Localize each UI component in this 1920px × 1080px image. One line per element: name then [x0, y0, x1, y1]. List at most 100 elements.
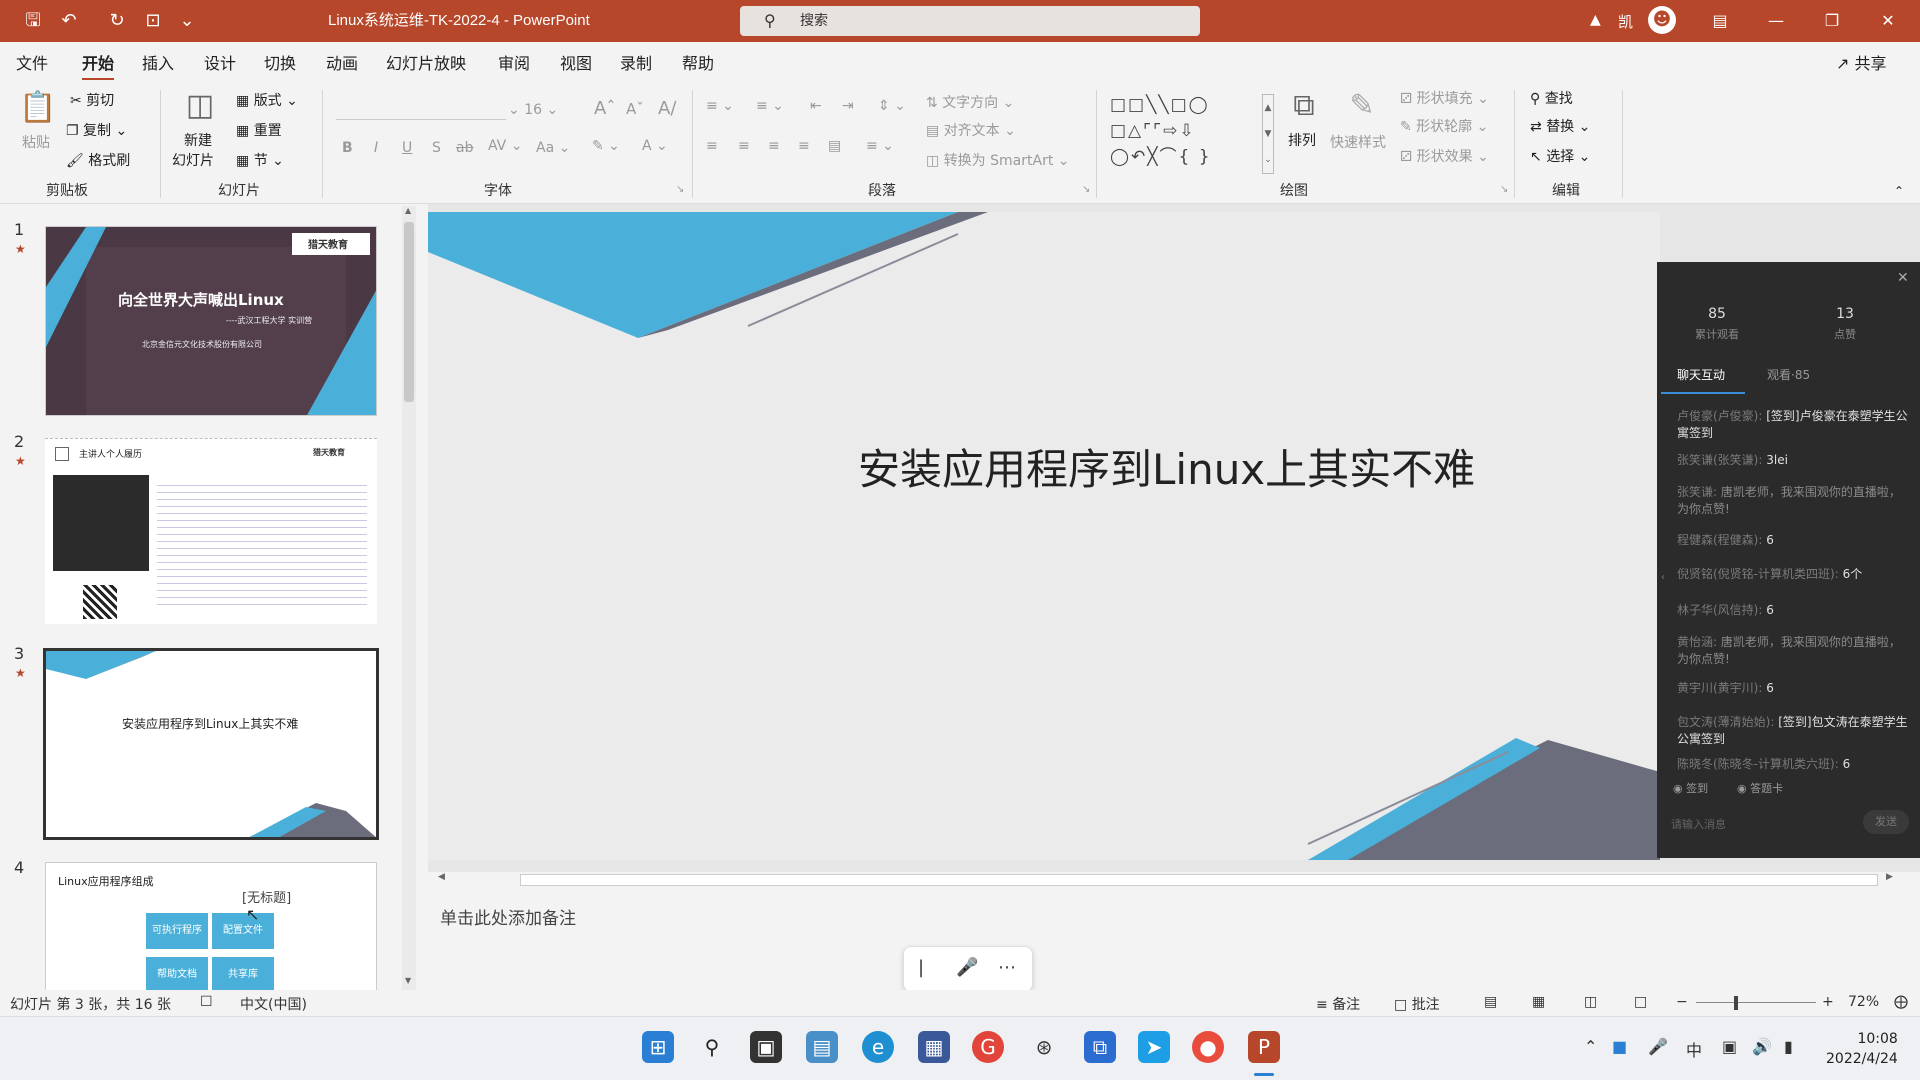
justify-icon[interactable]: ≡	[798, 138, 810, 154]
align-text-button[interactable]: ▤ 对齐文本 ⌄	[926, 120, 1016, 140]
font-color-icon[interactable]: A ⌄	[642, 138, 668, 154]
tab-home[interactable]: 开始	[82, 50, 115, 81]
paste-button[interactable]: 粘贴	[22, 132, 50, 152]
font-size-dropdown[interactable]: ⌄ 16 ⌄	[508, 102, 558, 118]
font-family-dropdown[interactable]	[336, 98, 506, 120]
zoom-slider-handle[interactable]	[1734, 996, 1738, 1010]
align-center-icon[interactable]: ≡	[738, 138, 750, 154]
line-spacing-icon[interactable]: ⇕ ⌄	[878, 98, 906, 114]
quick-styles-icon[interactable]: ✎	[1342, 88, 1382, 123]
slide-horizontal-scrollbar[interactable]: ◀ ▶	[438, 872, 1898, 888]
layout-button[interactable]: ▦ 版式 ⌄	[236, 90, 298, 110]
chat-collapse-icon[interactable]: ‹	[1661, 572, 1665, 583]
shape-outline-button[interactable]: ✎ 形状轮廓 ⌄	[1400, 116, 1488, 136]
scroll-left-icon[interactable]: ◀	[438, 872, 445, 882]
zoom-in-icon[interactable]: +	[1822, 994, 1834, 1010]
search-box[interactable]: ⚲ 搜索	[740, 6, 1200, 36]
align-right-icon[interactable]: ≡	[768, 138, 780, 154]
slide-thumbnail-4[interactable]: Linux应用程序组成 [无标题] 可执行程序 配置文件 帮助文档 共享库 ↖	[45, 862, 377, 1002]
zoom-out-icon[interactable]: −	[1676, 994, 1688, 1010]
zoom-slider[interactable]	[1696, 1002, 1816, 1003]
avatar[interactable]: ☻	[1648, 6, 1676, 34]
close-button[interactable]: ✕	[1860, 0, 1916, 42]
share-button[interactable]: ↗ 共享	[1836, 50, 1887, 74]
bold-button[interactable]: B	[342, 140, 353, 156]
bullets-icon[interactable]: ≡ ⌄	[706, 98, 734, 114]
slide-thumbnail-1[interactable]: 猎天教育 向全世界大声喊出Linux ----武汉工程大学 实训营 北京金信元文…	[45, 226, 377, 416]
undo-icon[interactable]: ↶	[54, 8, 84, 34]
reading-view-icon[interactable]: ◫	[1584, 994, 1597, 1010]
increase-indent-icon[interactable]: ⇥	[842, 98, 854, 114]
change-case-button[interactable]: Aa ⌄	[536, 140, 570, 156]
thumbnail-scrollbar[interactable]: ▲ ▼	[402, 206, 416, 990]
redo-icon[interactable]: ↻	[102, 8, 132, 34]
tab-design[interactable]: 设计	[204, 50, 236, 74]
app-icon[interactable]: ●	[1192, 1031, 1224, 1063]
app-icon[interactable]: ➤	[1138, 1031, 1170, 1063]
italic-button[interactable]: I	[374, 140, 378, 156]
numbering-icon[interactable]: ≡ ⌄	[756, 98, 784, 114]
battery-icon[interactable]: ▮	[1784, 1037, 1793, 1056]
file-explorer-icon[interactable]: ▤	[806, 1031, 838, 1063]
hscroll-thumb[interactable]	[520, 874, 1878, 886]
restore-button[interactable]: ❐	[1804, 0, 1860, 42]
scroll-down-icon[interactable]: ▼	[405, 976, 411, 985]
save-icon[interactable]: 🖫	[18, 8, 48, 34]
section-button[interactable]: ▦ 节 ⌄	[236, 150, 284, 170]
decrease-font-icon[interactable]: Aˇ	[626, 100, 644, 118]
underline-button[interactable]: U	[402, 140, 412, 156]
tray-overflow-icon[interactable]: ⌃	[1584, 1037, 1597, 1056]
more-options-icon[interactable]: ⋯	[998, 957, 1016, 978]
drawing-dialog-launcher-icon[interactable]: ↘	[1500, 184, 1508, 195]
arrange-icon[interactable]: ⧉	[1284, 88, 1324, 123]
scrollbar-thumb[interactable]	[404, 222, 414, 402]
distribute-icon[interactable]: ≡ ⌄	[866, 138, 894, 154]
increase-font-icon[interactable]: Aˆ	[594, 98, 615, 119]
normal-view-icon[interactable]: ▤	[1484, 994, 1497, 1010]
fit-to-window-icon[interactable]: ⨁	[1894, 994, 1908, 1010]
send-button[interactable]: 发送	[1863, 810, 1909, 834]
notes-pane[interactable]: 单击此处添加备注	[428, 890, 1920, 962]
zoom-level[interactable]: 72%	[1848, 994, 1879, 1010]
app-icon[interactable]: ⊛	[1028, 1031, 1060, 1063]
search-icon[interactable]: ⚲	[696, 1031, 728, 1063]
microphone-tray-icon[interactable]: 🎤	[1648, 1037, 1668, 1056]
tab-chat[interactable]: 聊天互动	[1677, 366, 1725, 383]
text-direction-button[interactable]: ⇅ 文字方向 ⌄	[926, 92, 1014, 112]
quick-styles-button[interactable]: 快速样式	[1330, 132, 1386, 152]
slide-thumbnail-3[interactable]: 安装应用程序到Linux上其实不难	[43, 648, 379, 840]
network-icon[interactable]: ▣	[1722, 1037, 1737, 1056]
current-slide[interactable]: 安装应用程序到Linux上其实不难	[428, 212, 1660, 860]
app-icon[interactable]: ⧉	[1084, 1031, 1116, 1063]
store-icon[interactable]: ▦	[918, 1031, 950, 1063]
app-icon[interactable]: G	[972, 1031, 1004, 1063]
clear-format-icon[interactable]: A∕	[658, 98, 676, 119]
tab-record[interactable]: 录制	[620, 50, 652, 74]
shape-fill-button[interactable]: ⚂ 形状填充 ⌄	[1400, 88, 1489, 108]
replace-button[interactable]: ⇄ 替换 ⌄	[1530, 116, 1590, 136]
align-left-icon[interactable]: ≡	[706, 138, 718, 154]
slide-sorter-icon[interactable]: ▦	[1532, 994, 1545, 1010]
notes-placeholder[interactable]: 单击此处添加备注	[440, 904, 576, 929]
accessibility-icon[interactable]: ☐	[200, 994, 213, 1010]
slideshow-view-icon[interactable]: □	[1634, 994, 1647, 1010]
scroll-up-icon[interactable]: ▲	[405, 206, 411, 215]
slide-thumbnail-2[interactable]: 主讲人个人履历 猎天教育	[45, 438, 377, 624]
warning-icon[interactable]: ▲	[1590, 12, 1601, 28]
copy-button[interactable]: ❐ 复制 ⌄	[66, 120, 127, 140]
present-from-start-icon[interactable]: ⊡	[138, 8, 168, 34]
ime-indicator[interactable]: 中	[1686, 1037, 1702, 1061]
convert-smartart-button[interactable]: ◫ 转换为 SmartArt ⌄	[926, 150, 1070, 170]
tab-help[interactable]: 帮助	[682, 50, 714, 74]
paragraph-dialog-launcher-icon[interactable]: ↘	[1082, 184, 1090, 195]
tab-insert[interactable]: 插入	[142, 50, 174, 74]
minimize-button[interactable]: —	[1748, 0, 1804, 42]
customize-quick-access-icon[interactable]: ⌄	[172, 8, 202, 34]
strikethrough-button[interactable]: ab	[456, 140, 473, 156]
paste-icon[interactable]: 📋	[18, 90, 58, 125]
edge-icon[interactable]: e	[862, 1031, 894, 1063]
shape-effects-button[interactable]: ⚂ 形状效果 ⌄	[1400, 146, 1489, 166]
arrange-button[interactable]: 排列	[1288, 130, 1316, 150]
cut-button[interactable]: ✂ 剪切	[70, 90, 114, 110]
find-button[interactable]: ⚲ 查找	[1530, 88, 1573, 108]
